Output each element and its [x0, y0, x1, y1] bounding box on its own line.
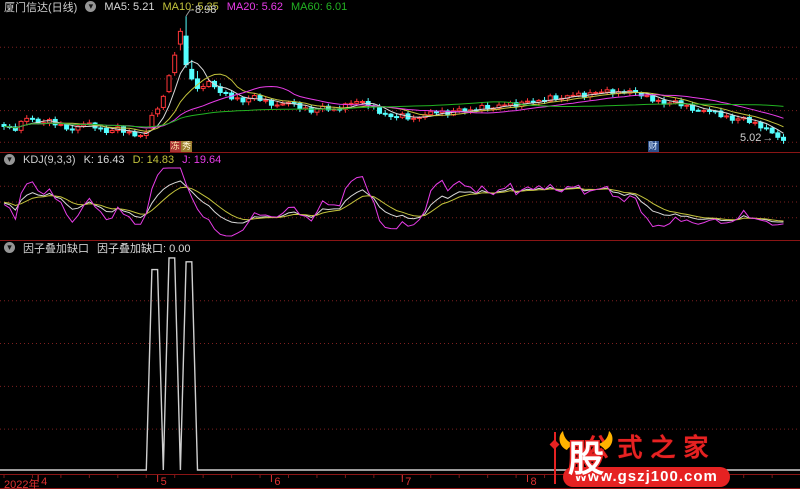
chevron-down-icon[interactable]: ▾ — [85, 1, 97, 12]
kdj-header: ▾ KDJ(9,3,3) K: 16.43 D: 14.83 J: 19.64 — [4, 153, 221, 166]
month-label: 4 — [41, 476, 48, 488]
last-price-label: 5.02 → — [740, 132, 773, 144]
factor-value-label: 因子叠加缺口: 0.00 — [97, 242, 191, 255]
event-badge[interactable]: 秀 — [181, 141, 193, 152]
kdj-name: KDJ(9,3,3) — [23, 153, 76, 166]
month-label: 8 — [530, 476, 537, 488]
ma20-label: MA20: 5.62 — [226, 0, 283, 13]
event-badge[interactable]: 财 — [647, 141, 659, 152]
ma5-label: MA5: 5.21 — [104, 0, 155, 13]
chevron-down-icon[interactable]: ▾ — [4, 154, 15, 165]
price-arrow-icon: → — [762, 132, 774, 144]
kdj-j-label: J: 19.64 — [182, 153, 222, 166]
bull-logo: 股 — [559, 431, 613, 481]
logo-char: 股 — [568, 438, 604, 479]
month-label: 7 — [405, 476, 412, 488]
chevron-down-icon[interactable]: ▾ — [4, 242, 15, 253]
high-price-label: 8.98 — [195, 4, 217, 16]
ma60-label: MA60: 6.01 — [291, 0, 348, 13]
kdj-k-label: K: 16.43 — [83, 153, 125, 166]
month-label: 6 — [274, 476, 281, 488]
month-label: 5 — [160, 476, 167, 488]
year-label: 2022年 — [4, 479, 40, 489]
watermark-divider — [549, 431, 560, 484]
main-chart-header: 厦门信达(日线) ▾ MA5: 5.21 MA10: 5.35 MA20: 5.… — [4, 0, 348, 14]
stock-title: 厦门信达(日线) — [4, 1, 78, 14]
kdj-d-label: D: 14.83 — [132, 153, 175, 166]
last-price-value: 5.02 — [740, 132, 762, 144]
factor-header: ▾ 因子叠加缺口 因子叠加缺口: 0.00 — [4, 241, 191, 255]
tdx-chart-window: 厦门信达(日线) ▾ MA5: 5.21 MA10: 5.35 MA20: 5.… — [0, 0, 800, 489]
watermark: 股 公式之家 www.gszj100.com — [549, 428, 730, 487]
factor-name: 因子叠加缺口 — [23, 242, 89, 255]
event-badge[interactable]: 冻 — [169, 141, 181, 152]
